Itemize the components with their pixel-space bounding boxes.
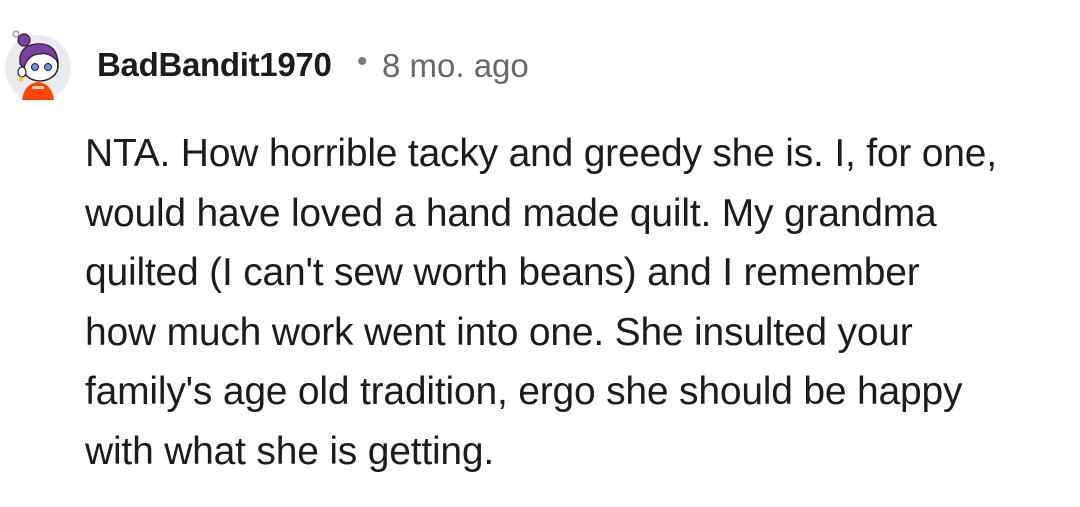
comment-timestamp[interactable]: 8 mo. ago xyxy=(382,47,529,85)
username-link[interactable]: BadBandit1970 xyxy=(97,46,332,84)
comment-body-line: quilted (I can't sew worth beans) and I … xyxy=(85,251,920,294)
comment-body-line: how much work went into one. She insulte… xyxy=(85,310,913,354)
comment: BadBandit1970 • 8 mo. ago NTA. How horri… xyxy=(0,0,1080,507)
comment-body-line: NTA. How horrible tacky and greedy she i… xyxy=(85,132,997,175)
user-avatar-icon[interactable] xyxy=(2,24,72,102)
comment-body: NTA. How horrible tacky and greedy she i… xyxy=(85,124,1075,481)
comment-body-line: with what she is getting. xyxy=(85,429,495,473)
comment-body-line: would have loved a hand made quilt. My g… xyxy=(85,191,937,235)
meta-separator: • xyxy=(357,45,368,78)
comment-body-line: family's age old tradition, ergo she sho… xyxy=(85,370,963,413)
